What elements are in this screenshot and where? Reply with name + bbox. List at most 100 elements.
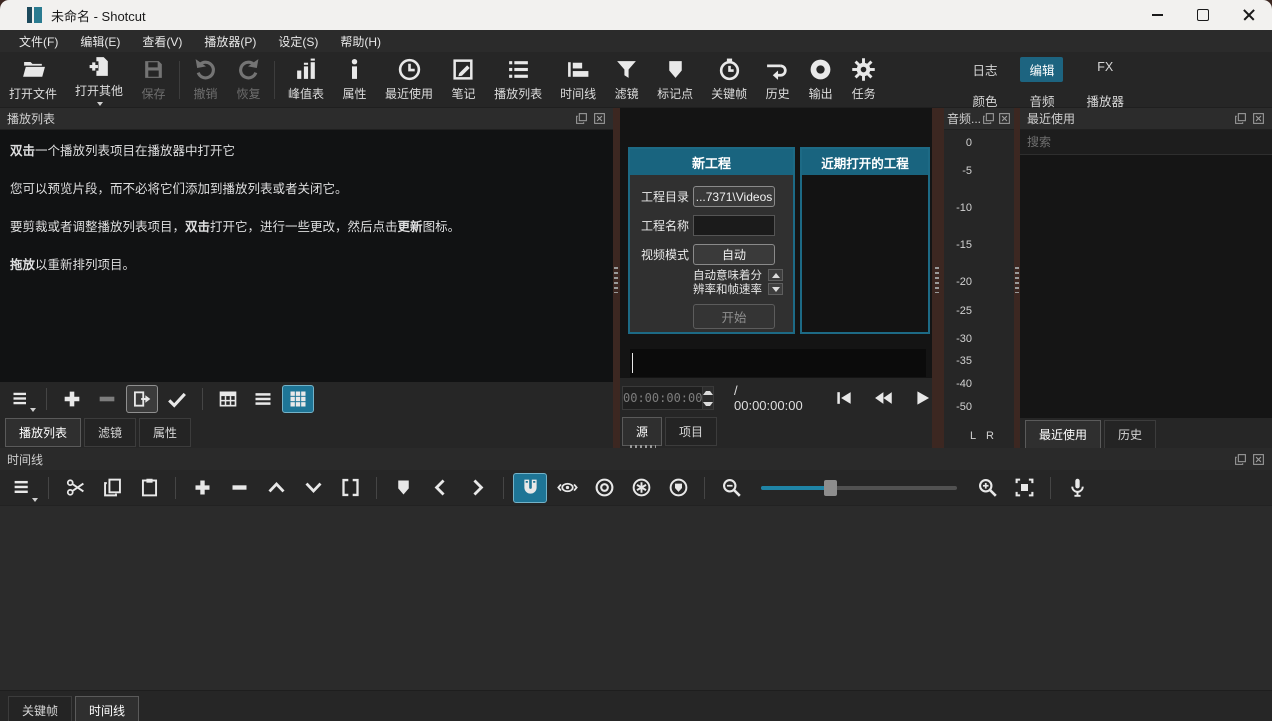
tab-recent[interactable]: 最近使用 (1025, 420, 1101, 449)
menu-item-settings[interactable]: 设定(S) (267, 30, 329, 53)
notes-button[interactable]: 笔记 (442, 54, 485, 105)
menu-item-view[interactable]: 查看(V) (131, 30, 193, 53)
view-buttons-icon[interactable] (282, 385, 314, 413)
tab-history[interactable]: 历史 (1104, 420, 1156, 449)
record-audio-button[interactable] (1060, 473, 1094, 503)
ripple-delete-button[interactable] (222, 473, 256, 503)
minimize-button[interactable] (1134, 0, 1180, 30)
cut-button[interactable] (58, 473, 92, 503)
undo-button[interactable]: 撤销 (184, 54, 227, 105)
float-panel-icon[interactable] (1234, 112, 1247, 125)
toolbar-button-label: 关键帧 (711, 85, 747, 102)
timeline-button[interactable]: 时间线 (551, 54, 605, 105)
timecode-spinbox[interactable]: 00:00:00:00 (622, 386, 714, 410)
splitter-handle[interactable] (614, 267, 618, 293)
menu-item-player[interactable]: 播放器(P) (193, 30, 267, 53)
open-as-clip-button[interactable] (126, 385, 158, 413)
paste-button[interactable] (132, 473, 166, 503)
layout-logs-button[interactable]: 日志 (963, 57, 1006, 82)
snap-button[interactable] (513, 473, 547, 503)
tab-keyframes[interactable]: 关键帧 (8, 696, 72, 721)
zoom-fit-button[interactable] (1007, 473, 1041, 503)
zoom-fit-icon (1014, 477, 1035, 498)
remove-button[interactable] (91, 385, 123, 413)
ripple-button[interactable] (587, 473, 621, 503)
project-name-input[interactable] (693, 215, 775, 236)
timeline-zoom-slider[interactable] (761, 486, 957, 490)
append-button[interactable] (185, 473, 219, 503)
layout-editing-button[interactable]: 编辑 (1020, 57, 1063, 82)
spin-up-button[interactable] (768, 269, 783, 281)
timecode-value[interactable]: 00:00:00:00 (623, 387, 702, 409)
close-panel-icon[interactable] (1252, 112, 1265, 125)
tab-filters[interactable]: 滤镜 (84, 418, 136, 447)
view-details-button[interactable] (212, 385, 244, 413)
open-file-button[interactable]: 打开文件 (0, 54, 66, 105)
close-button[interactable] (1226, 0, 1272, 30)
menu-item-help[interactable]: 帮助(H) (329, 30, 392, 53)
start-button[interactable]: 开始 (693, 304, 775, 329)
ripple-markers-button[interactable] (661, 473, 695, 503)
prev-marker-button[interactable] (423, 473, 457, 503)
tab-properties[interactable]: 属性 (139, 418, 191, 447)
splitter-handle[interactable] (935, 267, 939, 293)
timecode-up-button[interactable] (703, 387, 713, 398)
spin-down-button[interactable] (768, 283, 783, 295)
timeline-tracks-area[interactable] (0, 506, 1272, 689)
recent-projects-list[interactable] (802, 175, 928, 332)
add-button[interactable] (56, 385, 88, 413)
recent-files-list[interactable] (1020, 155, 1272, 418)
rewind-button[interactable] (870, 385, 896, 411)
slider-handle[interactable] (824, 480, 837, 496)
jobs-button[interactable]: 任务 (842, 54, 885, 105)
zoom-out-button[interactable] (714, 473, 748, 503)
tab-timeline[interactable]: 时间线 (75, 696, 139, 721)
split-button[interactable] (333, 473, 367, 503)
markers-button[interactable]: 标记点 (648, 54, 702, 105)
tab-source[interactable]: 源 (622, 417, 662, 446)
ripple-all-tracks-button[interactable] (624, 473, 658, 503)
scrub-while-dragging-button[interactable] (550, 473, 584, 503)
float-panel-icon[interactable] (575, 112, 588, 125)
export-button[interactable]: 输出 (799, 54, 842, 105)
close-panel-icon[interactable] (998, 112, 1011, 125)
zoom-in-button[interactable] (970, 473, 1004, 503)
filters-button[interactable]: 滤镜 (605, 54, 648, 105)
close-panel-icon[interactable] (593, 112, 606, 125)
redo-button[interactable]: 恢复 (227, 54, 270, 105)
search-input[interactable] (1020, 130, 1272, 155)
skip-to-start-button[interactable] (831, 385, 857, 411)
playlist-menu-button[interactable] (5, 385, 37, 413)
update-button[interactable] (161, 385, 193, 413)
overwrite-button[interactable] (296, 473, 330, 503)
history-button[interactable]: 历史 (756, 54, 799, 105)
tab-project[interactable]: 项目 (665, 417, 717, 446)
open-other-button[interactable]: 打开其他 (66, 51, 132, 109)
float-panel-icon[interactable] (1234, 453, 1247, 466)
menu-item-edit[interactable]: 编辑(E) (69, 30, 131, 53)
tab-playlist[interactable]: 播放列表 (5, 418, 81, 447)
play-button[interactable] (909, 385, 935, 411)
copy-button[interactable] (95, 473, 129, 503)
timecode-down-button[interactable] (703, 398, 713, 409)
playlist-button[interactable]: 播放列表 (485, 54, 551, 105)
peak-meter-button[interactable]: 峰值表 (279, 54, 333, 105)
splitter-handle[interactable] (1015, 267, 1019, 293)
layout-fx-button[interactable]: FX (1088, 57, 1122, 82)
next-marker-button[interactable] (460, 473, 494, 503)
project-dir-button[interactable]: ...7371\Videos (693, 186, 775, 207)
marker-button[interactable] (386, 473, 420, 503)
view-tiles-button[interactable] (247, 385, 279, 413)
properties-button[interactable]: 属性 (333, 54, 376, 105)
float-panel-icon[interactable] (982, 112, 995, 125)
video-mode-button[interactable]: 自动 (693, 244, 775, 265)
menu-item-file[interactable]: 文件(F) (8, 30, 69, 53)
keyframes-button[interactable]: 关键帧 (702, 54, 756, 105)
recent-button[interactable]: 最近使用 (376, 54, 442, 105)
timeline-menu-button[interactable] (5, 473, 39, 503)
scrub-bar[interactable] (630, 349, 926, 377)
save-button[interactable]: 保存 (132, 54, 175, 105)
close-panel-icon[interactable] (1252, 453, 1265, 466)
lift-button[interactable] (259, 473, 293, 503)
maximize-button[interactable] (1180, 0, 1226, 30)
